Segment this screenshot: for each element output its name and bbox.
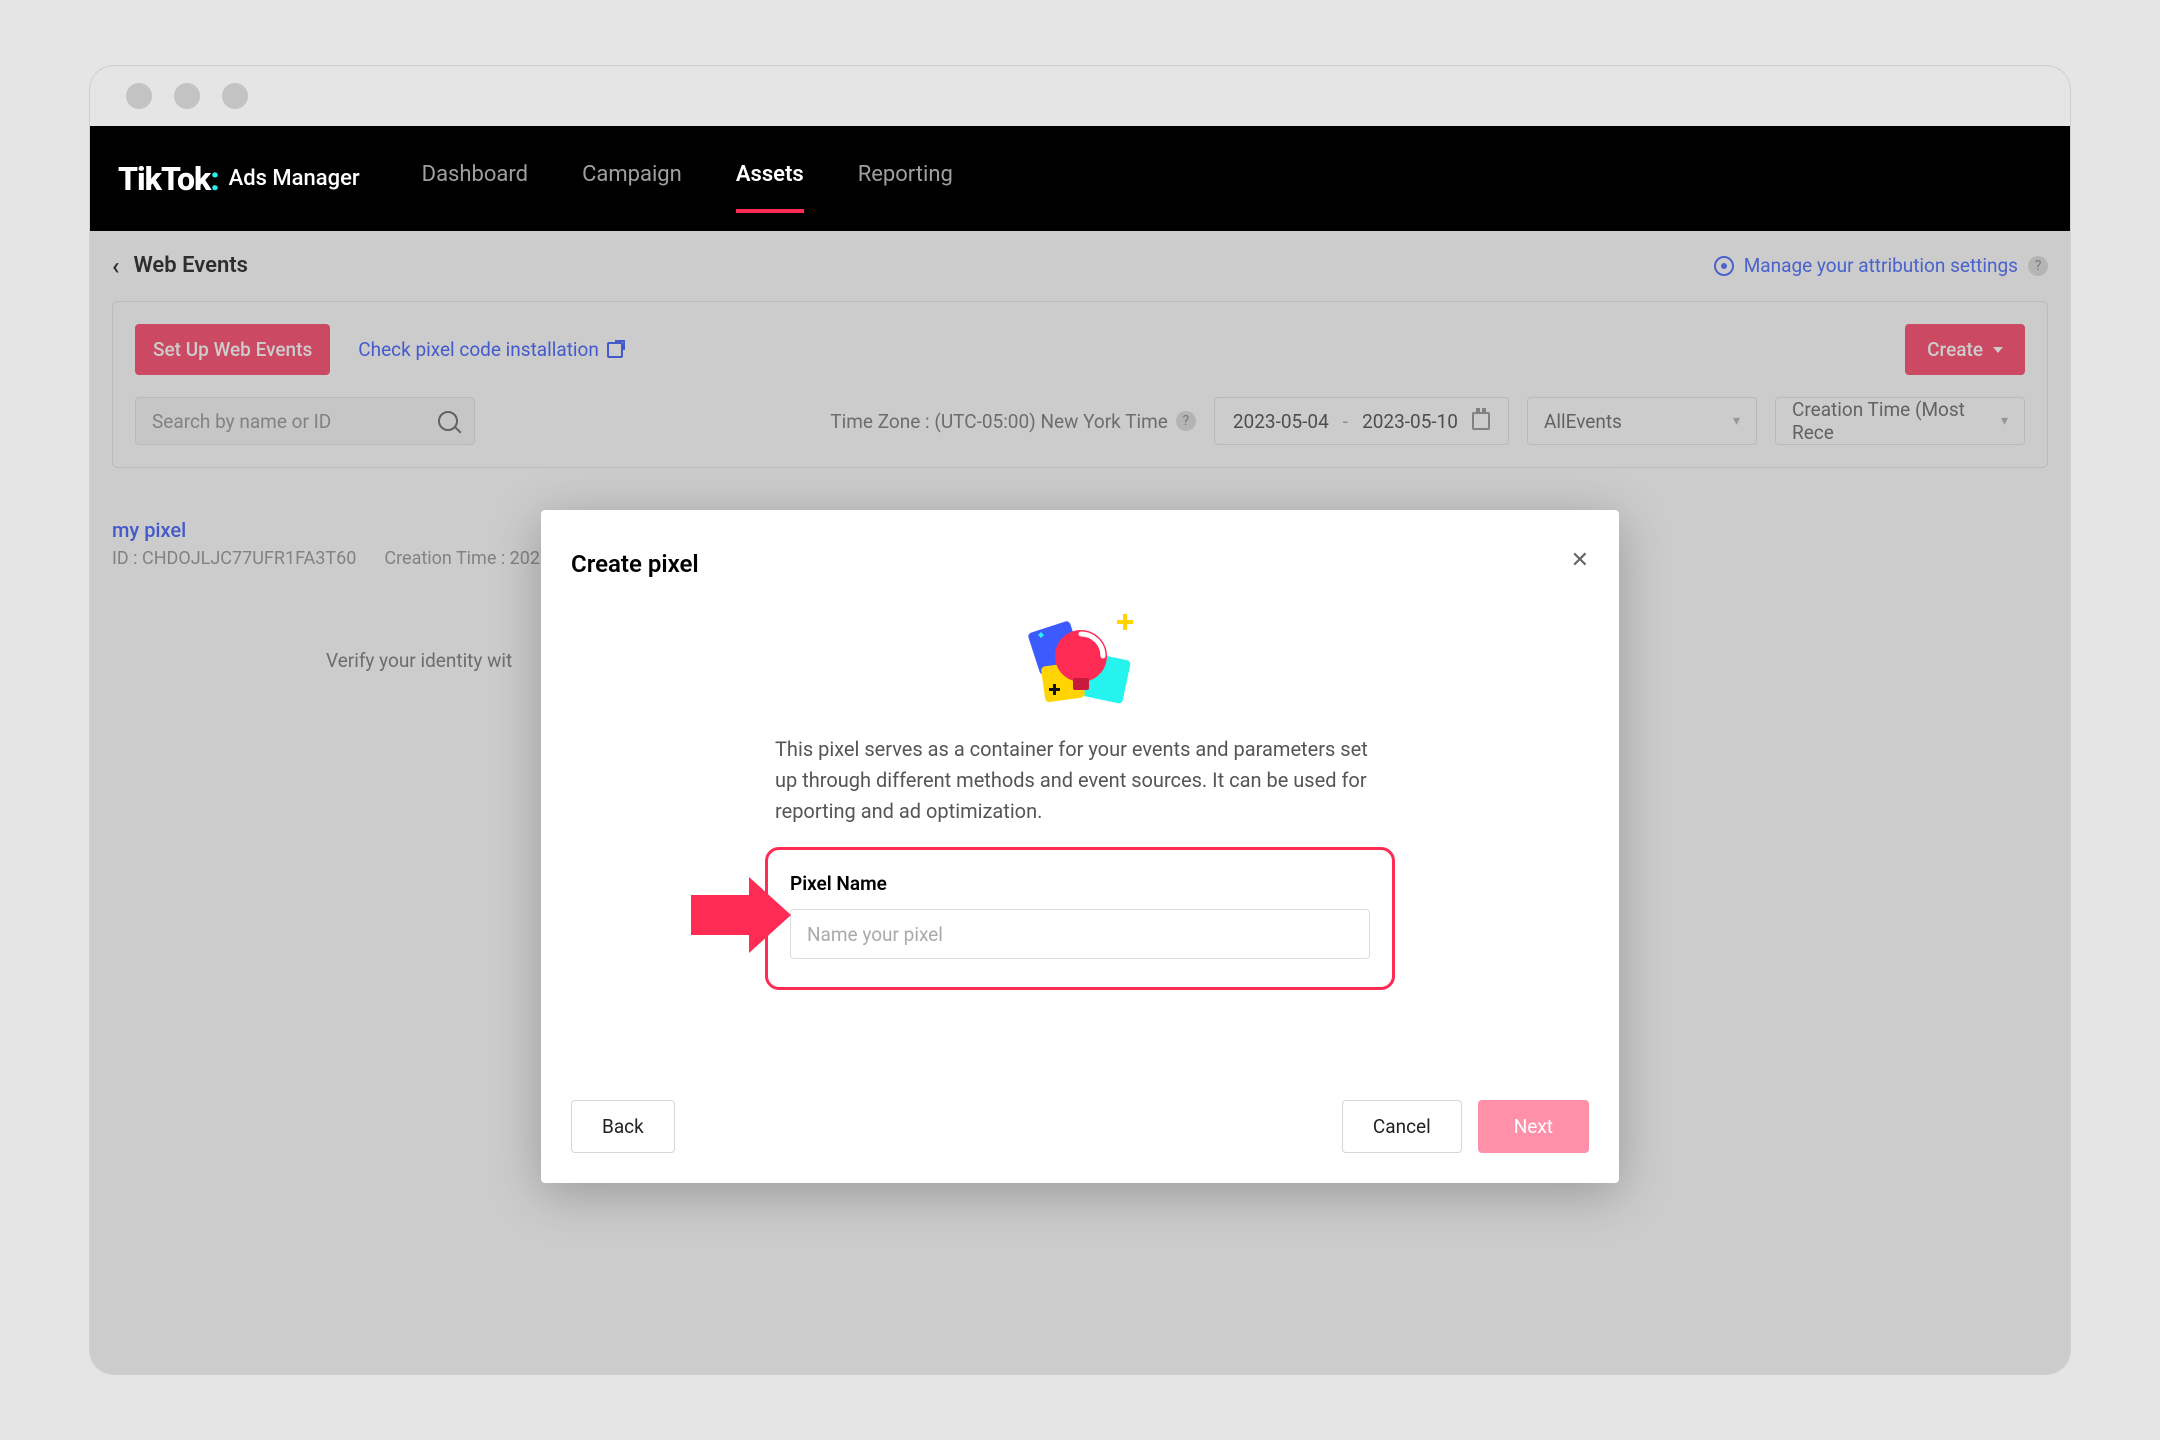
browser-frame: TikTok: Ads Manager Dashboard Campaign A… (90, 66, 2070, 1374)
pixel-name-input[interactable] (790, 909, 1370, 959)
modal-title: Create pixel (571, 550, 699, 578)
window-dot (222, 83, 248, 109)
pixel-name-label: Pixel Name (790, 872, 1370, 895)
nav-dashboard[interactable]: Dashboard (422, 162, 528, 195)
nav-reporting[interactable]: Reporting (858, 162, 953, 195)
modal-illustration (571, 608, 1589, 708)
cancel-button[interactable]: Cancel (1342, 1100, 1462, 1153)
pixel-name-highlight: Pixel Name (765, 847, 1395, 990)
next-button[interactable]: Next (1478, 1100, 1589, 1153)
modal-footer-right: Cancel Next (1342, 1100, 1589, 1153)
modal-field-wrap: Pixel Name (571, 847, 1589, 990)
tiktok-logo: TikTok: (118, 160, 219, 198)
back-button[interactable]: Back (571, 1100, 675, 1153)
create-pixel-modal: Create pixel ✕ This pixel serves as a co… (541, 510, 1619, 1183)
modal-description: This pixel serves as a container for you… (775, 734, 1385, 827)
top-nav: TikTok: Ads Manager Dashboard Campaign A… (90, 126, 2070, 231)
lightbulb-illustration-icon (1025, 608, 1135, 708)
app-frame: TikTok: Ads Manager Dashboard Campaign A… (90, 126, 2070, 1374)
window-dot (174, 83, 200, 109)
modal-header: Create pixel ✕ (571, 550, 1589, 578)
annotation-arrow-icon (691, 877, 791, 953)
modal-footer: Back Cancel Next (571, 1100, 1589, 1153)
brand-subtitle: Ads Manager (229, 166, 360, 191)
close-button[interactable]: ✕ (1571, 550, 1589, 572)
window-dot (126, 83, 152, 109)
window-controls (90, 66, 2070, 126)
brand: TikTok: Ads Manager (118, 160, 360, 198)
nav-assets[interactable]: Assets (736, 162, 804, 195)
nav-campaign[interactable]: Campaign (582, 162, 682, 195)
nav-links: Dashboard Campaign Assets Reporting (422, 162, 953, 195)
